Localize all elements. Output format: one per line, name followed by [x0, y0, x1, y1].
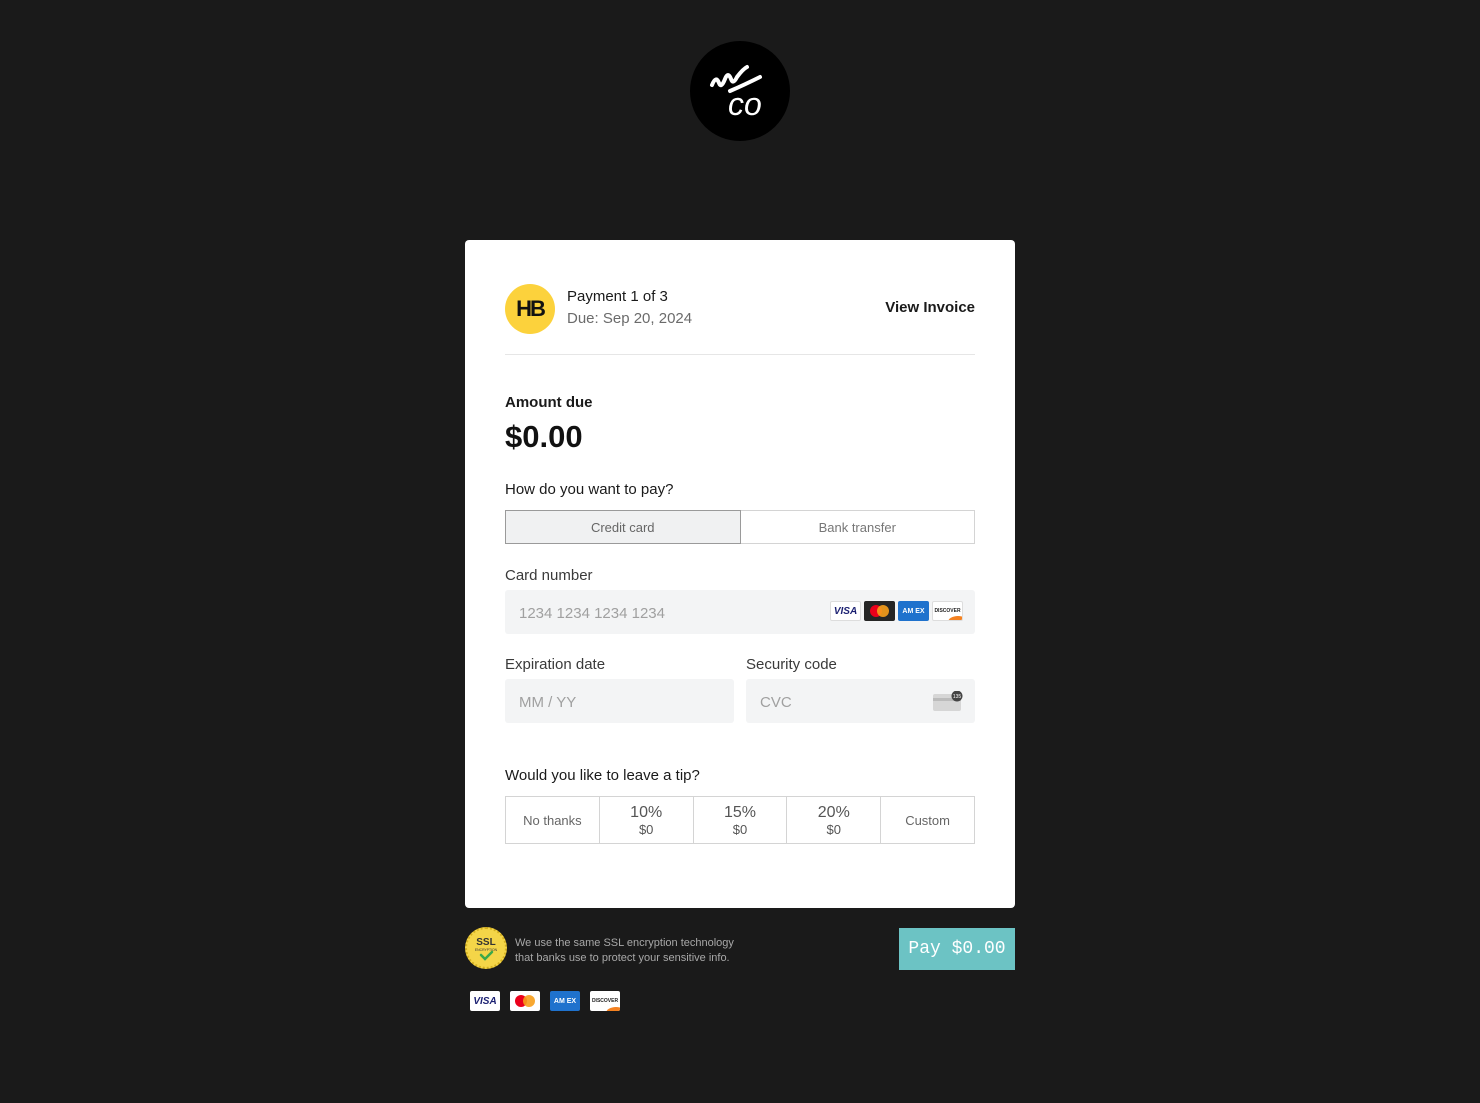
security-code-input[interactable]: [758, 679, 900, 725]
tip-percent: 15%: [723, 803, 756, 821]
tip-amount: $0: [638, 821, 654, 837]
expiration-date-input[interactable]: [517, 679, 659, 725]
pay-button[interactable]: Pay $0.00: [899, 928, 1015, 970]
svg-text:ENCRYPTION: ENCRYPTION: [475, 948, 498, 952]
hb-avatar: HB: [505, 284, 555, 334]
tip-20-button[interactable]: 20% $0: [787, 796, 882, 844]
amex-icon: AM EX: [550, 991, 580, 1011]
footer-card-brands: VISA AM EX DISCOVER: [470, 991, 620, 1011]
tip-15-button[interactable]: 15% $0: [693, 796, 788, 844]
tip-custom-label: Custom: [905, 812, 950, 828]
discover-icon: DISCOVER: [932, 601, 963, 621]
tip-amount: $0: [826, 821, 842, 837]
amount-due-label: Amount due: [505, 394, 593, 411]
cvc-card-icon: 135: [933, 691, 963, 711]
bank-transfer-option[interactable]: Bank transfer: [740, 510, 975, 544]
card-brand-icons: VISA AM EX DISCOVER: [830, 601, 963, 621]
mco-logo-icon: co: [690, 41, 790, 141]
visa-icon: VISA: [830, 601, 861, 621]
ssl-badge-icon: SSL ENCRYPTION: [465, 927, 507, 969]
svg-text:co: co: [728, 86, 762, 122]
card-number-field[interactable]: VISA AM EX DISCOVER: [505, 590, 975, 636]
expiration-date-label: Expiration date: [505, 656, 606, 673]
payment-method-question: How do you want to pay?: [505, 481, 674, 498]
ssl-notice-line2: that banks use to protect your sensitive…: [515, 952, 730, 964]
visa-icon: VISA: [470, 991, 500, 1011]
ssl-notice-line1: We use the same SSL encryption technolog…: [515, 937, 734, 949]
security-code-label: Security code: [746, 656, 837, 673]
payment-method-toggle: Credit card Bank transfer: [505, 510, 975, 544]
tip-custom-button[interactable]: Custom: [881, 796, 975, 844]
tip-amount: $0: [732, 821, 748, 837]
mastercard-icon: [510, 991, 540, 1011]
tip-percent: 10%: [630, 803, 663, 821]
expiration-date-field[interactable]: [505, 679, 734, 725]
payment-header: HB Payment 1 of 3 Due: Sep 20, 2024 View…: [505, 284, 975, 355]
tip-no-thanks-button[interactable]: No thanks: [505, 796, 600, 844]
card-number-label: Card number: [505, 567, 593, 584]
view-invoice-link[interactable]: View Invoice: [885, 299, 975, 316]
credit-card-option[interactable]: Credit card: [505, 510, 741, 544]
card-number-input[interactable]: [517, 590, 803, 636]
amex-icon: AM EX: [898, 601, 929, 621]
tip-percent: 20%: [817, 803, 850, 821]
payment-due-date: Due: Sep 20, 2024: [567, 310, 693, 327]
mastercard-icon: [864, 601, 895, 621]
payment-title: Payment 1 of 3: [567, 288, 668, 305]
payment-card: HB Payment 1 of 3 Due: Sep 20, 2024 View…: [465, 240, 1015, 908]
svg-text:SSL: SSL: [476, 937, 495, 948]
discover-icon: DISCOVER: [590, 991, 620, 1011]
ssl-notice: We use the same SSL encryption technolog…: [515, 936, 765, 966]
tip-question: Would you like to leave a tip?: [505, 767, 700, 784]
tip-options: No thanks 10% $0 15% $0 20% $0 Custom: [505, 796, 975, 844]
tip-no-thanks-label: No thanks: [523, 812, 582, 828]
amount-due-value: $0.00: [505, 419, 583, 454]
svg-text:135: 135: [953, 694, 962, 700]
tip-10-button[interactable]: 10% $0: [599, 796, 694, 844]
security-code-field[interactable]: 135: [746, 679, 975, 725]
